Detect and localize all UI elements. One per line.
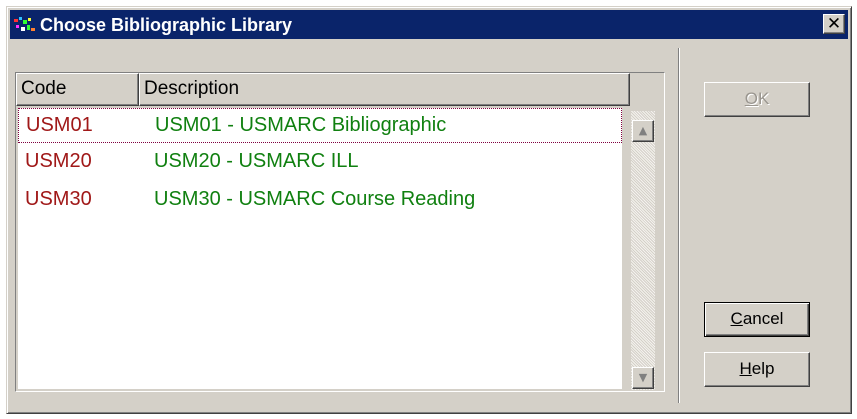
list-row-usm20[interactable]: USM20 USM20 - USMARC ILL [18,145,622,180]
help-mnemonic: H [739,359,752,378]
list-row-usm01[interactable]: USM01 USM01 - USMARC Bibliographic [18,108,622,143]
help-label-rest: elp [751,359,775,378]
list-header: Code Description [16,73,630,106]
help-button[interactable]: Help [704,352,810,387]
window-title: Choose Bibliographic Library [40,15,293,35]
close-icon: ✕ [826,14,842,34]
column-header-description[interactable]: Description [139,73,630,106]
title-bar[interactable]: Choose Bibliographic Library ✕ [10,10,848,39]
list-row-usm30[interactable]: USM30 USM30 - USMARC Course Reading [18,183,622,218]
scroll-up-button[interactable]: ▲ [632,120,654,142]
row-code: USM30 [25,188,92,210]
column-header-code[interactable]: Code [16,73,139,106]
scroll-down-button[interactable]: ▼ [632,367,654,389]
app-icon [14,17,35,31]
row-description: USM30 - USMARC Course Reading [154,188,476,210]
arrow-up-icon: ▲ [638,124,648,137]
cancel-button[interactable]: Cancel [704,302,810,337]
row-code: USM20 [25,150,92,172]
ok-label-rest: K [757,89,770,108]
ok-button[interactable]: OK [704,82,810,117]
library-list[interactable]: USM01 USM01 - USMARC Bibliographic USM20… [18,108,622,389]
arrow-down-icon: ▼ [638,371,648,384]
close-button[interactable]: ✕ [823,14,845,34]
cancel-label-rest: ancel [742,309,784,328]
ok-mnemonic: O [744,89,758,108]
vertical-scrollbar[interactable]: ▲ ▼ [631,111,655,390]
cancel-mnemonic: C [730,309,743,328]
separator [678,48,680,403]
row-description: USM20 - USMARC ILL [154,150,359,172]
row-description: USM01 - USMARC Bibliographic [155,114,447,136]
row-code: USM01 [26,114,93,136]
